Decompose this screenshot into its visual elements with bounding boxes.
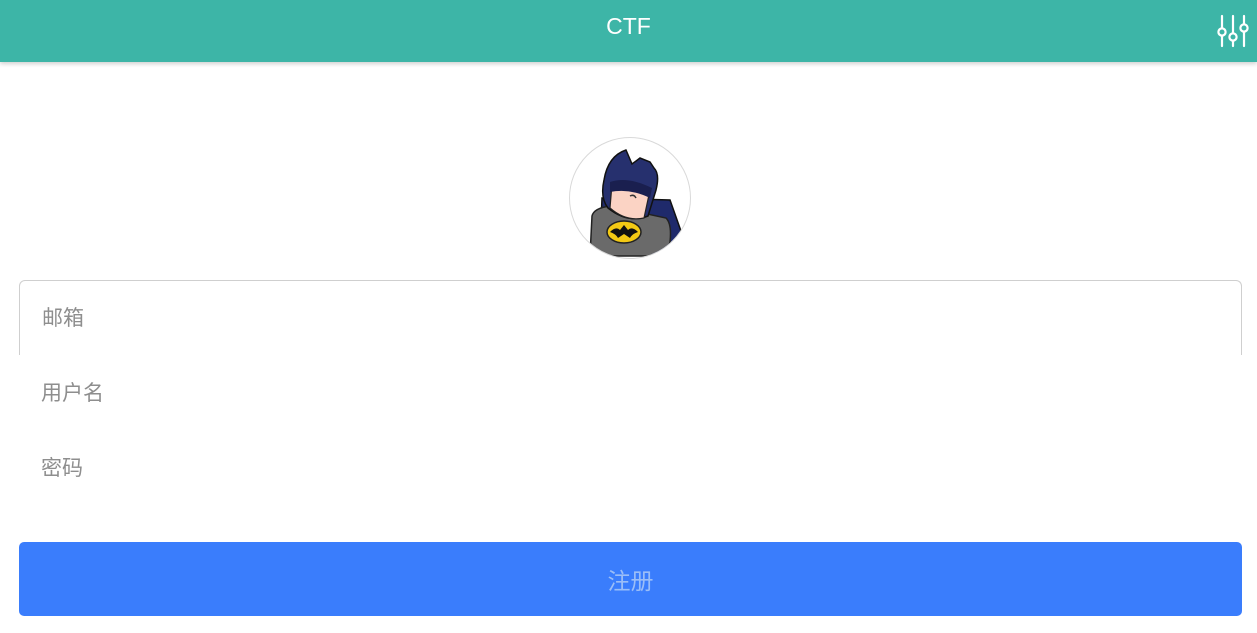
password-field-wrapper: [19, 430, 1242, 505]
avatar: [569, 137, 691, 259]
username-input[interactable]: [19, 355, 1242, 430]
settings-button[interactable]: [1214, 13, 1252, 51]
top-navbar: CTF: [0, 0, 1257, 62]
password-input[interactable]: [19, 430, 1242, 505]
register-button[interactable]: 注册: [19, 542, 1242, 616]
sliders-icon: [1217, 14, 1249, 48]
email-input[interactable]: [20, 281, 1241, 355]
username-field-wrapper: [19, 355, 1242, 430]
app-title: CTF: [606, 13, 651, 39]
email-field-wrapper: [19, 280, 1242, 355]
batman-avatar-icon: [589, 149, 683, 257]
